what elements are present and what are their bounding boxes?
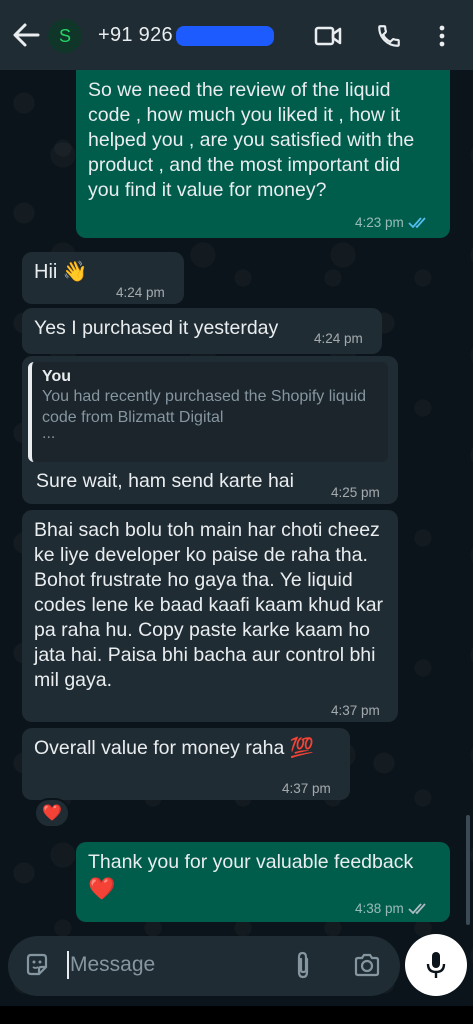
quote-text: You had recently purchased the Shopify l… [42, 388, 367, 426]
message-text: Sure wait, ham send karte hai [36, 470, 294, 492]
message-time: 4:25 pm [331, 485, 380, 500]
message-time: 4:24 pm [116, 285, 165, 300]
message-text: Hii 👋 [34, 261, 88, 283]
redaction-mark [176, 26, 274, 46]
double-check-read-icon [408, 216, 426, 228]
message-time: 4:37 pm [331, 703, 380, 718]
message-time: 4:23 pm [355, 215, 404, 230]
heart-icon: ❤️ [42, 805, 62, 822]
heart-icon: ❤️ [88, 876, 116, 901]
contact-name[interactable]: +91 926 [98, 24, 173, 47]
video-call-icon[interactable] [314, 25, 342, 47]
message-time: 4:24 pm [314, 331, 363, 346]
text-caret [67, 951, 69, 979]
double-check-icon [408, 902, 426, 914]
attach-icon[interactable] [294, 950, 312, 980]
quote-author: You [42, 368, 72, 385]
camera-icon[interactable] [353, 953, 381, 977]
message-text: Bhai sach bolu toh main har choti cheez … [34, 519, 384, 691]
system-nav-bar [0, 1006, 473, 1024]
avatar[interactable]: S [48, 19, 82, 53]
more-options-icon[interactable] [438, 24, 446, 48]
scrollbar[interactable] [466, 815, 470, 925]
message-meta: 4:23 pm [355, 215, 428, 230]
message-time: 4:38 pm [355, 901, 404, 916]
quote-more: ... [42, 425, 56, 442]
quoted-message[interactable]: You You had recently purchased the Shopi… [28, 362, 388, 462]
microphone-icon [426, 952, 446, 978]
message-bubble-outgoing[interactable]: So we need the review of the liquid code… [76, 70, 450, 238]
mic-button[interactable] [405, 934, 467, 996]
message-bubble-incoming[interactable]: Bhai sach bolu toh main har choti cheez … [22, 510, 398, 722]
back-arrow-icon[interactable] [12, 22, 40, 48]
message-input[interactable]: Message [70, 953, 155, 977]
message-time: 4:37 pm [282, 781, 331, 796]
sticker-icon[interactable] [24, 952, 50, 978]
message-text: Thank you for your valuable feedback [88, 851, 414, 873]
phone-call-icon[interactable] [376, 23, 402, 49]
message-meta: 4:38 pm [355, 901, 428, 916]
message-text: Overall value for money raha 💯 [34, 737, 315, 759]
message-text: So we need the review of the liquid code… [88, 79, 415, 201]
heart-reaction-badge[interactable]: ❤️ [34, 798, 70, 828]
chat-header: S +91 926 [0, 0, 473, 70]
